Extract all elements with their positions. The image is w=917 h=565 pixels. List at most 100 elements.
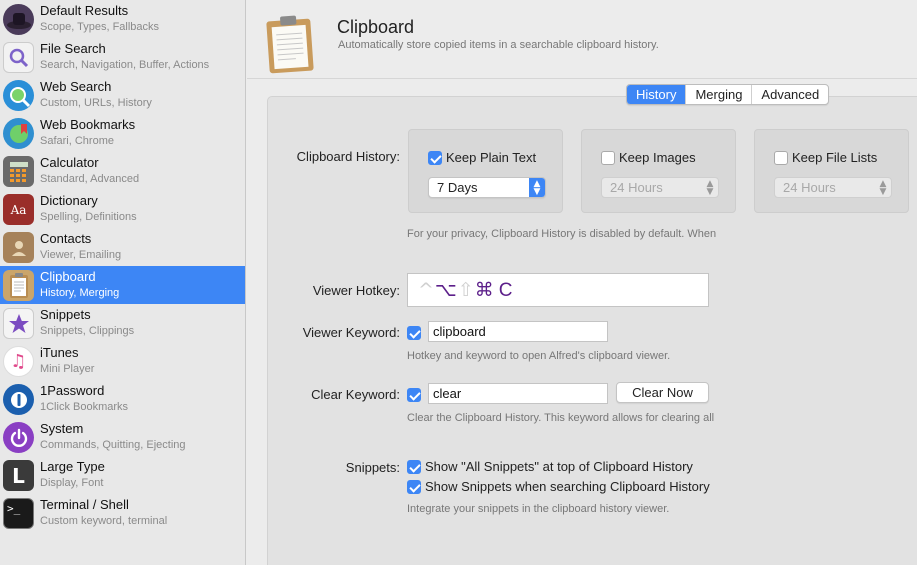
sidebar-item-sublabel: Viewer, Emailing xyxy=(40,249,122,261)
contacts-icon xyxy=(3,232,34,263)
sidebar-item-sublabel: Snippets, Clippings xyxy=(40,325,135,337)
chevron-updown-icon: ▲ ▼ xyxy=(879,179,887,197)
sidebar-item-terminal[interactable]: >_ Terminal / Shell Custom keyword, term… xyxy=(0,494,245,532)
sidebar-item-label: Web Search xyxy=(40,79,112,94)
viewer-keyword-checkbox[interactable] xyxy=(407,326,421,340)
sidebar-item-sublabel: Scope, Types, Fallbacks xyxy=(40,21,160,33)
file-lists-duration-select[interactable]: 24 Hours ▲ ▼ xyxy=(774,177,892,198)
power-icon xyxy=(3,422,34,453)
sidebar-item-label: Calculator xyxy=(40,155,99,170)
option-key: ⌥ xyxy=(434,279,458,301)
sidebar-item-system[interactable]: System Commands, Quitting, Ejecting xyxy=(0,418,245,456)
clipboard-icon xyxy=(265,14,315,74)
privacy-note: For your privacy, Clipboard History is d… xyxy=(407,228,717,240)
sidebar-item-label: iTunes xyxy=(40,345,79,360)
onepassword-icon xyxy=(3,384,34,415)
sidebar-item-clipboard[interactable]: Clipboard History, Merging xyxy=(0,266,245,304)
sidebar-item-sublabel: 1Click Bookmarks xyxy=(40,401,129,413)
plain-text-duration-value: 7 Days xyxy=(437,180,478,195)
sidebar-item-sublabel: Display, Font xyxy=(40,477,104,489)
search-snippets-checkbox[interactable] xyxy=(407,480,421,494)
globe-search-icon xyxy=(3,80,34,111)
sidebar-item-sublabel: History, Merging xyxy=(40,287,120,299)
sidebar-item-default-results[interactable]: Default Results Scope, Types, Fallbacks xyxy=(0,0,245,38)
all-snippets-label: Show "All Snippets" at top of Clipboard … xyxy=(425,459,693,474)
clipboard-history-label: Clipboard History: xyxy=(296,149,400,164)
sidebar-item-label: Default Results xyxy=(40,3,129,18)
snippets-star-icon xyxy=(3,308,34,339)
calculator-icon xyxy=(3,156,34,187)
large-type-icon: L xyxy=(3,460,34,491)
control-key: ^ xyxy=(418,279,435,301)
snippets-label: Snippets: xyxy=(345,460,400,475)
file-lists-box xyxy=(754,129,909,213)
sidebar-item-label: Large Type xyxy=(40,459,105,474)
search-snippets-label: Show Snippets when searching Clipboard H… xyxy=(425,479,710,494)
page-subtitle: Automatically store copied items in a se… xyxy=(338,39,659,51)
clipboard-icon xyxy=(3,270,34,301)
sidebar-item-sublabel: Safari, Chrome xyxy=(40,135,114,147)
clear-keyword-input[interactable]: clear xyxy=(428,383,608,404)
chevron-updown-icon: ▲ ▼ xyxy=(529,178,545,197)
keep-plain-text-checkbox[interactable] xyxy=(428,151,442,165)
alfred-hat-icon xyxy=(3,4,34,35)
viewer-keyword-input[interactable]: clipboard xyxy=(428,321,608,342)
sidebar-item-sublabel: Commands, Quitting, Ejecting xyxy=(40,439,186,451)
sidebar-item-dictionary[interactable]: Aa Dictionary Spelling, Definitions xyxy=(0,190,245,228)
sidebar-item-large-type[interactable]: L Large Type Display, Font xyxy=(0,456,245,494)
sidebar-item-sublabel: Spelling, Definitions xyxy=(40,211,137,223)
sidebar-item-1password[interactable]: 1Password 1Click Bookmarks xyxy=(0,380,245,418)
sidebar-item-sublabel: Mini Player xyxy=(40,363,95,375)
sidebar-item-label: File Search xyxy=(40,41,106,56)
all-snippets-checkbox[interactable] xyxy=(407,460,421,474)
images-duration-select[interactable]: 24 Hours ▲ ▼ xyxy=(601,177,719,198)
clear-keyword-note: Clear the Clipboard History. This keywor… xyxy=(407,412,715,424)
keep-images-checkbox[interactable] xyxy=(601,151,615,165)
dictionary-icon: Aa xyxy=(3,194,34,225)
tab-merging[interactable]: Merging xyxy=(686,85,753,104)
sidebar-item-label: Terminal / Shell xyxy=(40,497,129,512)
tab-advanced[interactable]: Advanced xyxy=(752,85,828,104)
plain-text-box xyxy=(408,129,563,213)
shift-key: ⇧ xyxy=(457,279,475,301)
sidebar-item-contacts[interactable]: Contacts Viewer, Emailing xyxy=(0,228,245,266)
sidebar-item-sublabel: Custom, URLs, History xyxy=(40,97,152,109)
globe-bookmark-icon xyxy=(3,118,34,149)
sidebar-item-label: Snippets xyxy=(40,307,91,322)
clear-now-button[interactable]: Clear Now xyxy=(616,382,709,403)
sidebar-item-sublabel: Search, Navigation, Buffer, Actions xyxy=(40,59,210,71)
keep-file-lists-checkbox[interactable] xyxy=(774,151,788,165)
sidebar-item-web-search[interactable]: Web Search Custom, URLs, History xyxy=(0,76,245,114)
tab-history[interactable]: History xyxy=(627,85,687,104)
viewer-hotkey-label: Viewer Hotkey: xyxy=(312,283,400,298)
sidebar-item-calculator[interactable]: Calculator Standard, Advanced xyxy=(0,152,245,190)
hotkey-letter: C xyxy=(498,280,514,301)
plain-text-duration-select[interactable]: 7 Days ▲ ▼ xyxy=(428,177,546,198)
keep-images-label: Keep Images xyxy=(619,150,696,165)
sidebar-item-snippets[interactable]: Snippets Snippets, Clippings xyxy=(0,304,245,342)
images-box xyxy=(581,129,736,213)
sidebar-item-label: Clipboard xyxy=(40,269,96,284)
keep-file-lists-label: Keep File Lists xyxy=(792,150,878,165)
clear-keyword-checkbox[interactable] xyxy=(407,388,421,402)
tab-bar: History Merging Advanced xyxy=(626,84,830,105)
keep-plain-text-label: Keep Plain Text xyxy=(446,150,537,165)
sidebar-item-itunes[interactable]: ♫ iTunes Mini Player xyxy=(0,342,245,380)
header-divider xyxy=(247,78,917,79)
viewer-keyword-note: Hotkey and keyword to open Alfred's clip… xyxy=(407,350,671,362)
sidebar-item-label: Dictionary xyxy=(40,193,98,208)
music-note-icon: ♫ xyxy=(3,346,34,377)
sidebar-item-web-bookmarks[interactable]: Web Bookmarks Safari, Chrome xyxy=(0,114,245,152)
sidebar-item-file-search[interactable]: File Search Search, Navigation, Buffer, … xyxy=(0,38,245,76)
sidebar-item-label: System xyxy=(40,421,84,436)
viewer-hotkey-field[interactable]: ^⌥⇧⌘ C xyxy=(407,273,709,307)
command-key: ⌘ xyxy=(474,279,495,301)
magnifier-icon xyxy=(3,42,34,73)
sidebar-item-sublabel: Custom keyword, terminal xyxy=(40,515,168,527)
images-duration-value: 24 Hours xyxy=(610,180,663,195)
chevron-updown-icon: ▲ ▼ xyxy=(706,179,714,197)
sidebar-item-sublabel: Standard, Advanced xyxy=(40,173,140,185)
viewer-keyword-label: Viewer Keyword: xyxy=(302,325,400,340)
sidebar-item-label: Contacts xyxy=(40,231,92,246)
sidebar-item-label: Web Bookmarks xyxy=(40,117,136,132)
